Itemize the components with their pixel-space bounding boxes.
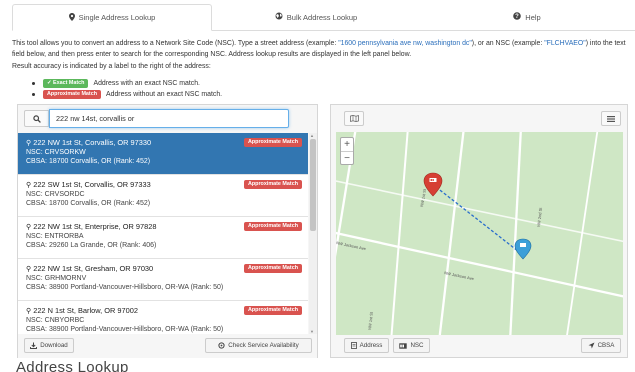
result-cbsa: CBSA: 18700 Corvallis, OR (Rank: 452) [26,158,151,165]
legend-approximate: Approximate Match Address without an exa… [32,89,222,99]
results-list: ⚲ 222 NW 1st St, Corvallis, OR 97330 NSC… [18,133,308,334]
approximate-match-badge: Approximate Match [43,89,102,99]
check-service-availability-button[interactable]: Check Service Availability [205,338,312,353]
result-cbsa: CBSA: 38900 Portland-Vancouver-Hillsboro… [26,326,224,333]
location-arrow-icon [588,342,595,349]
result-item[interactable]: ⚲ 222 NW 1st St, Gresham, OR 97030 NSC: … [18,259,308,301]
result-nsc: NSC: GRHMORNV [26,275,87,282]
tab-label: Help [525,12,541,22]
results-footer: Download Check Service Availability [18,334,317,358]
search-icon [32,114,41,123]
address-button[interactable]: Address [344,338,389,353]
cbsa-label: CBSA [597,342,615,349]
accuracy-text: Result accuracy is indicated by a label … [12,63,211,70]
result-nsc: NSC: CRVSORKW [26,149,86,156]
map-marker-icon [68,12,75,23]
results-panel: ⚲ 222 NW 1st St, Corvallis, OR 97330 NSC… [17,104,318,358]
page-caption: Address Lookup [16,359,129,372]
document-icon [350,342,357,349]
result-address: 222 SW 1st St, Corvallis, OR 97333 [33,180,151,189]
map-marker-icon: ⚲ [26,308,32,315]
map-toggle-button[interactable] [344,111,364,126]
bullet-icon [32,92,35,96]
download-button[interactable]: Download [24,338,74,353]
tab-label: Bulk Address Lookup [286,12,358,22]
search-input[interactable] [49,109,289,128]
map-marker-icon: ⚲ [26,224,32,231]
result-address: 222 N 1st St, Barlow, OR 97002 [33,306,138,315]
server-icon [399,342,408,349]
map-footer: Address NSC CBSA [331,334,627,358]
search-row [18,105,317,132]
result-address: 222 NW 1st St, Enterprise, OR 97828 [33,222,157,231]
accuracy-legend: ✓ Exact Match Address with an exact NSC … [32,78,222,100]
refresh-icon [218,342,225,349]
result-item[interactable]: ⚲ 222 NW 1st St, Corvallis, OR 97330 NSC… [18,133,308,175]
bullet-icon [32,81,35,85]
map-view[interactable]: NW Jackson Ave NW Jackson Ave NW 1st St … [336,132,623,335]
tab-bar: Single Address Lookup Bulk Address Looku… [12,4,635,31]
menu-icon [607,115,615,122]
result-item[interactable]: ⚲ 222 NW 1st St, Enterprise, OR 97828 NS… [18,217,308,259]
map-marker-icon: ⚲ [26,266,32,273]
address-label: Address [359,342,383,349]
map-panel: NW Jackson Ave NW Jackson Ave NW 1st St … [330,104,628,358]
tab-single-address-lookup[interactable]: Single Address Lookup [12,4,212,31]
nsc-label: NSC [410,342,424,349]
tab-bulk-address-lookup[interactable]: Bulk Address Lookup [212,4,420,30]
approximate-match-badge: Approximate Match [243,306,302,315]
result-address: 222 NW 1st St, Corvallis, OR 97330 [33,138,152,147]
cbsa-button[interactable]: CBSA [581,338,621,353]
result-nsc: NSC: ENTRORBA [26,233,84,240]
legend-exact: ✓ Exact Match Address with an exact NSC … [32,78,222,88]
result-item[interactable]: ⚲ 222 N 1st St, Barlow, OR 97002 NSC: CN… [18,301,308,334]
map-marker-icon: ⚲ [26,182,32,189]
exact-match-badge: ✓ Exact Match [43,78,89,88]
intro-text: This tool allows you to convert an addre… [12,39,632,60]
service-label: Check Service Availability [228,342,299,349]
intro-part: ), or an NSC (example: [471,40,545,47]
map-menu-button[interactable] [601,111,621,126]
example-address-link[interactable]: "1600 pennsylvania ave nw, washington dc… [338,40,472,47]
scroll-up-icon[interactable]: ▲ [310,133,314,138]
result-nsc: NSC: CRVSORDC [26,191,85,198]
download-label: Download [40,342,68,349]
approximate-match-badge: Approximate Match [243,180,302,189]
zoom-in-button[interactable]: + [341,138,353,151]
approximate-match-badge: Approximate Match [243,222,302,231]
legend-text: Address with an exact NSC match. [93,79,200,87]
legend-text: Address without an exact NSC match. [106,90,223,98]
nsc-button[interactable]: NSC [393,338,430,353]
approximate-match-badge: Approximate Match [243,138,302,147]
map-header [331,105,627,132]
example-nsc-link[interactable]: "FLCHVAEO" [544,40,586,47]
approximate-match-badge: Approximate Match [243,264,302,273]
globe-icon [275,12,283,22]
tab-label: Single Address Lookup [78,13,156,22]
result-item[interactable]: ⚲ 222 SW 1st St, Corvallis, OR 97333 NSC… [18,175,308,217]
scrollbar-thumb[interactable] [310,139,316,231]
zoom-out-button[interactable]: − [341,151,353,164]
result-cbsa: CBSA: 29260 La Grande, OR (Rank: 406) [26,242,157,249]
results-scrollbar[interactable]: ▲ ▼ [309,133,317,334]
download-icon [30,342,38,349]
svg-text:?: ? [515,14,519,20]
result-cbsa: CBSA: 38900 Portland-Vancouver-Hillsboro… [26,284,224,291]
zoom-controls: + − [340,137,354,165]
tab-help[interactable]: ? Help [420,4,634,30]
result-address: 222 NW 1st St, Gresham, OR 97030 [33,264,154,273]
result-cbsa: CBSA: 18700 Corvallis, OR (Rank: 452) [26,200,151,207]
question-icon: ? [513,12,522,22]
intro-part: This tool allows you to convert an addre… [12,40,339,47]
map-icon [349,115,359,122]
search-button[interactable] [24,110,49,127]
map-marker-icon: ⚲ [26,140,32,147]
map-canvas: NW Jackson Ave NW Jackson Ave NW 1st St … [336,132,623,335]
result-nsc: NSC: CNBYORBC [26,317,85,324]
